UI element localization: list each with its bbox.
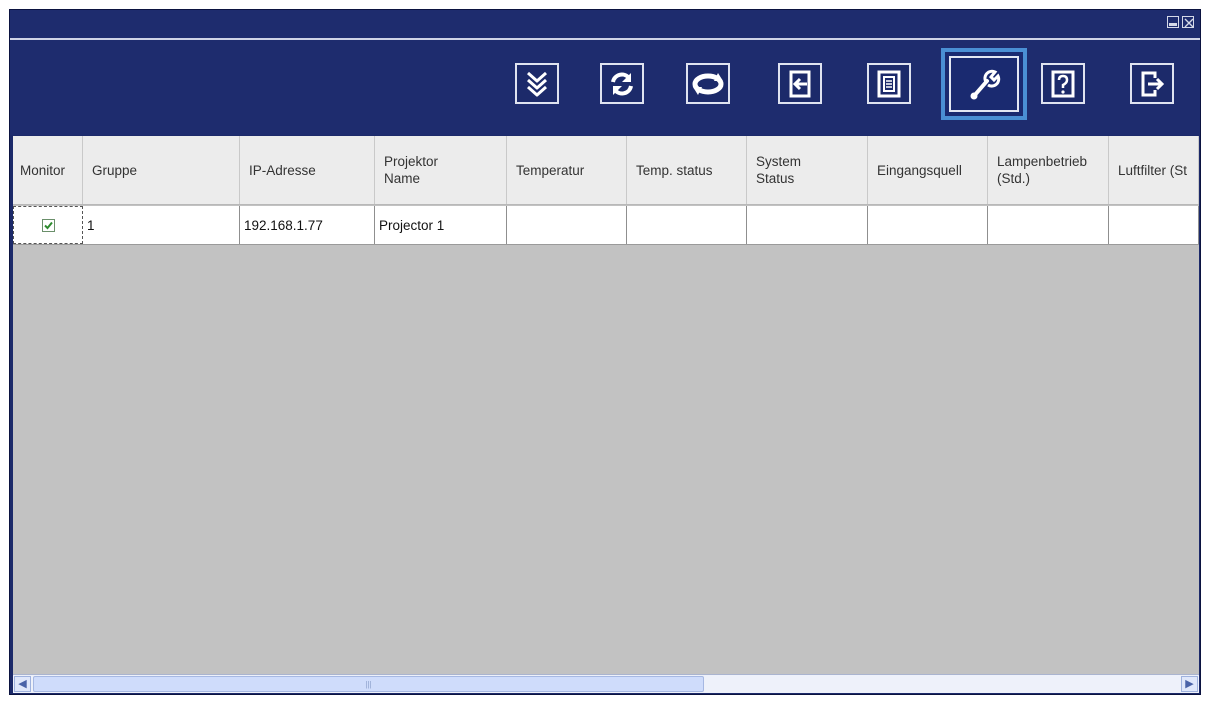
scroll-right-icon[interactable]: ▶ bbox=[1181, 676, 1198, 692]
exit-icon bbox=[1141, 71, 1165, 96]
column-header-lampenbetrieb[interactable]: Lampenbetrieb (Std.) bbox=[988, 136, 1109, 204]
lampenbetrieb-cell[interactable] bbox=[988, 206, 1109, 244]
close-icon[interactable] bbox=[1182, 16, 1194, 28]
import-icon bbox=[789, 70, 811, 97]
window-controls bbox=[1167, 16, 1194, 28]
column-header-temp-status[interactable]: Temp. status bbox=[627, 136, 747, 204]
column-header-temperatur[interactable]: Temperatur bbox=[507, 136, 627, 204]
refresh-icon bbox=[611, 72, 633, 95]
projector-grid: Monitor Gruppe IP-Adresse Projektor Name… bbox=[13, 136, 1199, 674]
temp-status-cell[interactable] bbox=[627, 206, 747, 244]
help-button[interactable] bbox=[1041, 63, 1085, 104]
checkmark-icon bbox=[43, 221, 53, 229]
projektor-name-cell[interactable]: Projector 1 bbox=[375, 206, 507, 244]
system-status-cell[interactable] bbox=[747, 206, 868, 244]
gruppe-cell[interactable]: 1 bbox=[83, 206, 240, 244]
monitor-cell[interactable] bbox=[13, 206, 83, 244]
scroll-thumb[interactable]: ||| bbox=[33, 676, 704, 692]
temperatur-cell[interactable] bbox=[507, 206, 627, 244]
expand-down-icon bbox=[527, 71, 547, 96]
column-header-luftfilter[interactable]: Luftfilter (St bbox=[1109, 136, 1199, 204]
tools-icon bbox=[970, 69, 1001, 100]
monitor-checkbox[interactable] bbox=[41, 218, 55, 232]
table-row[interactable]: 1 192.168.1.77 Projector 1 bbox=[13, 206, 1199, 245]
expand-down-button[interactable] bbox=[515, 63, 559, 104]
save-icon bbox=[877, 70, 901, 97]
main-window: Monitor Gruppe IP-Adresse Projektor Name… bbox=[9, 9, 1201, 695]
tools-button[interactable] bbox=[941, 48, 1027, 120]
refresh-all-button[interactable] bbox=[686, 63, 730, 104]
table-header: Monitor Gruppe IP-Adresse Projektor Name… bbox=[13, 136, 1199, 205]
column-header-gruppe[interactable]: Gruppe bbox=[83, 136, 240, 204]
title-bar bbox=[10, 10, 1200, 38]
save-button[interactable] bbox=[867, 63, 911, 104]
column-header-monitor[interactable]: Monitor bbox=[13, 136, 83, 204]
exit-button[interactable] bbox=[1130, 63, 1174, 104]
scroll-left-icon[interactable]: ◀ bbox=[14, 676, 31, 692]
toolbar bbox=[10, 40, 1200, 135]
column-header-system-status[interactable]: System Status bbox=[747, 136, 868, 204]
horizontal-scrollbar[interactable]: ◀ ||| ▶ bbox=[13, 674, 1199, 693]
refresh-all-icon bbox=[692, 72, 724, 95]
column-header-projektor-name[interactable]: Projektor Name bbox=[375, 136, 507, 204]
eingangsquelle-cell[interactable] bbox=[868, 206, 988, 244]
tools-button-frame bbox=[949, 56, 1019, 112]
minimize-icon[interactable] bbox=[1167, 16, 1179, 28]
help-icon bbox=[1051, 70, 1075, 97]
import-button[interactable] bbox=[778, 63, 822, 104]
ip-adresse-cell[interactable]: 192.168.1.77 bbox=[240, 206, 375, 244]
refresh-button[interactable] bbox=[600, 63, 644, 104]
column-header-eingangsquelle[interactable]: Eingangsquell bbox=[868, 136, 988, 204]
column-header-ip-adresse[interactable]: IP-Adresse bbox=[240, 136, 375, 204]
luftfilter-cell[interactable] bbox=[1109, 206, 1199, 244]
